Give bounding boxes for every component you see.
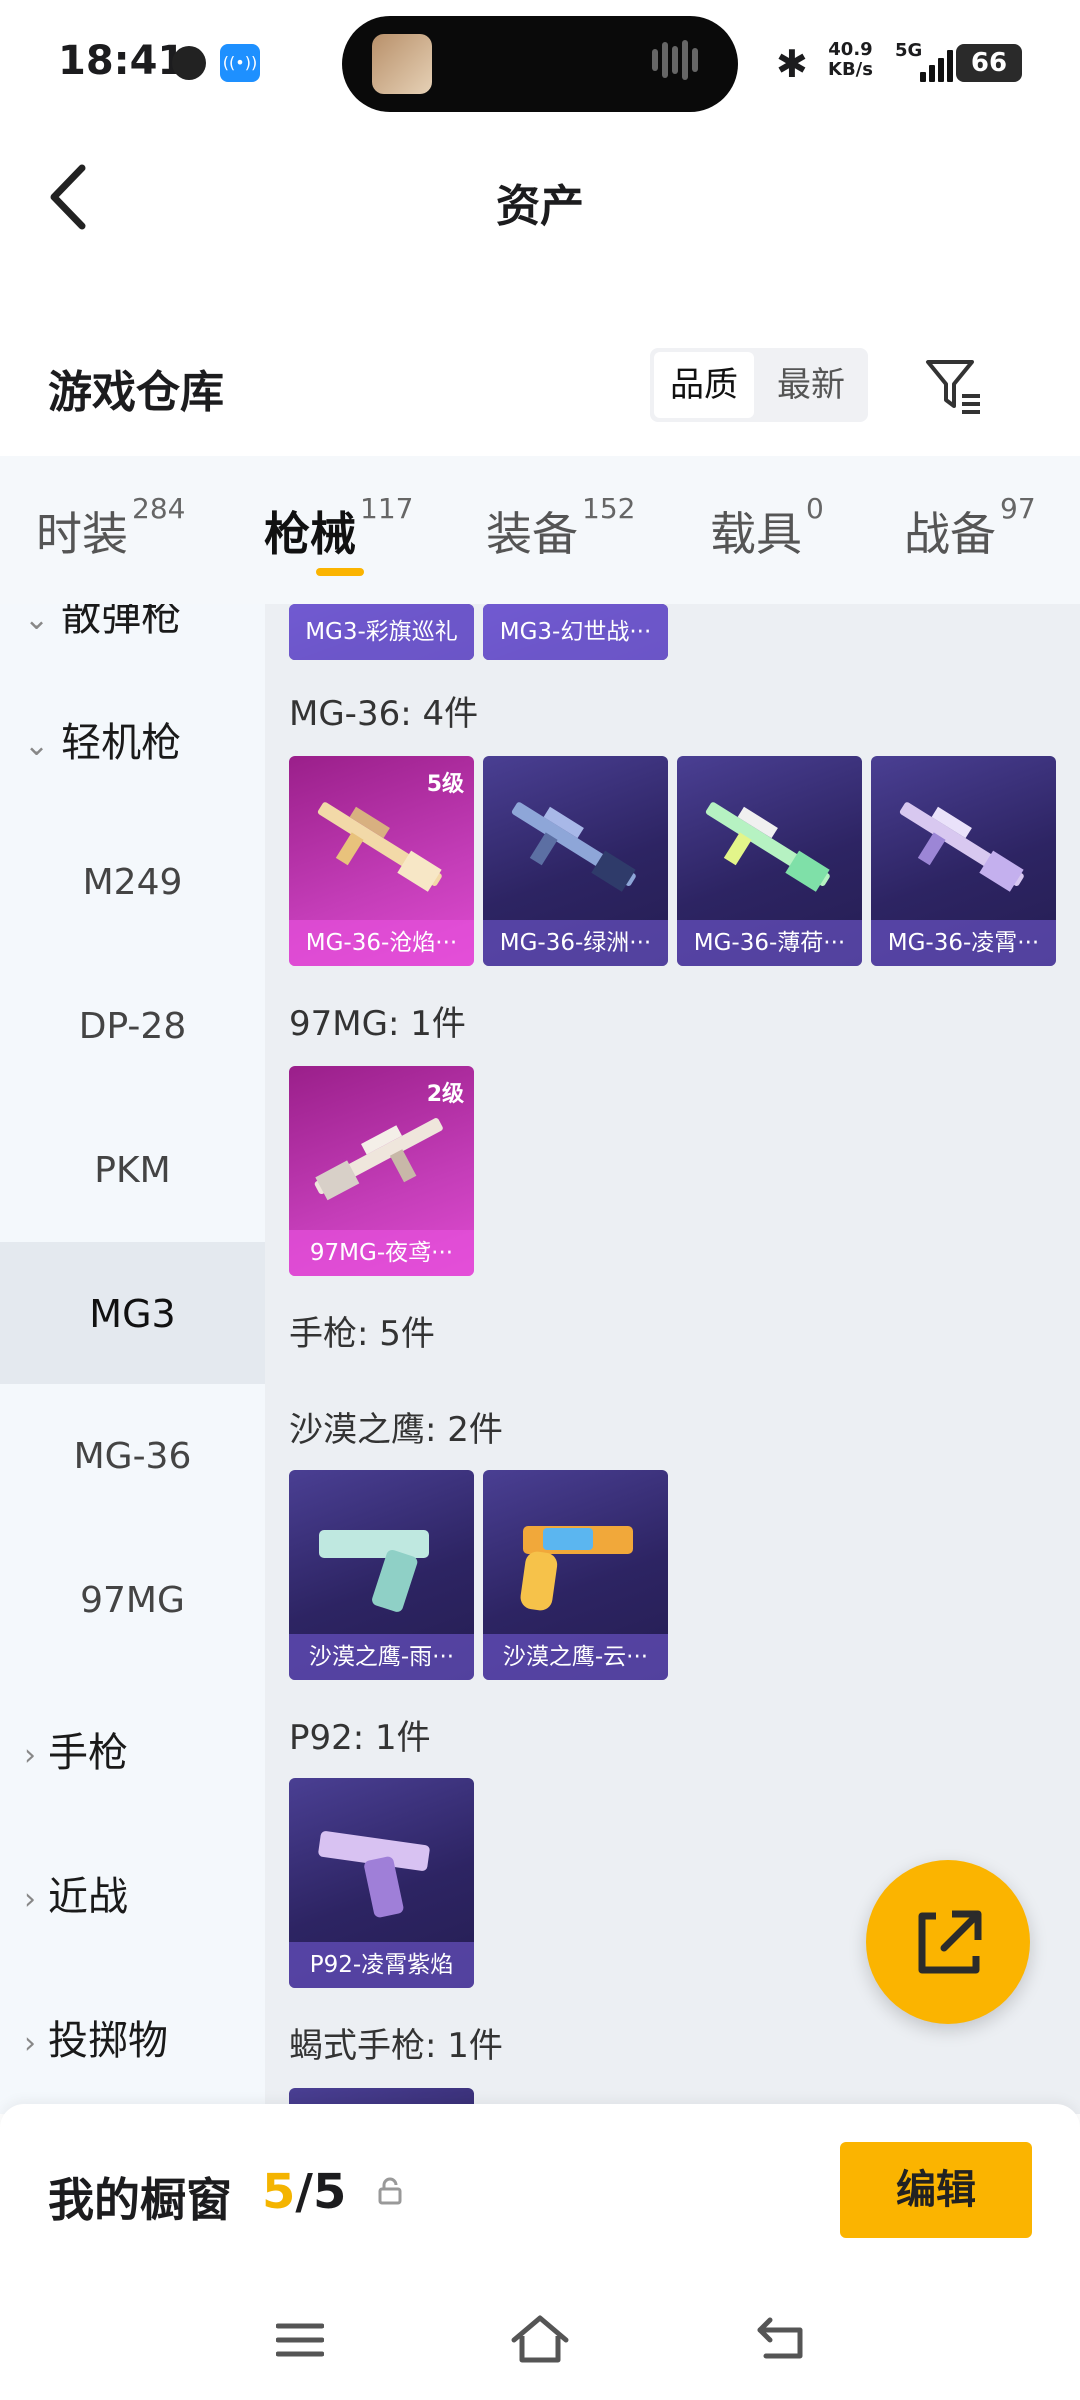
tab-fashion[interactable]: 时装 284: [36, 492, 185, 564]
tab-guns[interactable]: 枪械 117: [264, 492, 413, 564]
section-title-97mg: 97MG: 1件: [289, 1004, 466, 1044]
sidebar-group-melee[interactable]: › 近战: [24, 1864, 128, 1922]
sidebar-item-mg3[interactable]: MG3: [0, 1292, 265, 1336]
signal-icon: [920, 48, 956, 82]
chevron-right-icon: ›: [24, 1737, 36, 1773]
section-title-pistol: 手枪: 5件: [289, 1314, 435, 1354]
section-title-mg36: MG-36: 4件: [289, 694, 479, 734]
showcase-count: 5/5: [262, 2164, 347, 2220]
sidebar-group-lmg[interactable]: ⌄ 轻机枪: [24, 710, 181, 768]
skin-card[interactable]: 2级 97MG-夜鸢···: [289, 1066, 474, 1276]
rifle-icon: [317, 802, 442, 892]
pistol-icon: [520, 1526, 633, 1611]
rifle-icon: [511, 802, 636, 892]
share-icon: [918, 1910, 982, 1974]
skin-card[interactable]: MG-36-凌霄···: [871, 756, 1056, 966]
tab-vehicles[interactable]: 载具 0: [710, 492, 824, 564]
app-notification-icon: [172, 46, 206, 80]
pistol-icon: [318, 1831, 430, 1918]
sidebar-group-throwable[interactable]: › 投掷物: [24, 2008, 168, 2066]
edit-button[interactable]: 编辑: [840, 2142, 1032, 2238]
home-icon[interactable]: [510, 2312, 570, 2366]
network-speed: 40.9 KB/s: [828, 39, 873, 80]
section-title-scorpion: 蝎式手枪: 1件: [289, 2026, 503, 2066]
status-bar: 18:41 ((•)) ✱ 40.9 KB/s 5G 66: [0, 0, 1080, 130]
skin-card[interactable]: 5级 MG-36-沧焰···: [289, 756, 474, 966]
sidebar-item-m249[interactable]: M249: [0, 862, 265, 903]
menu-icon[interactable]: [276, 2320, 324, 2360]
chevron-right-icon: ›: [24, 1881, 36, 1917]
sidebar-group-pistol[interactable]: › 手枪: [24, 1720, 128, 1778]
rifle-icon: [705, 802, 830, 892]
active-tab-indicator: [316, 568, 364, 576]
chevron-right-icon: ›: [24, 2025, 36, 2061]
skin-card[interactable]: P92-凌霄紫焰: [289, 1778, 474, 1988]
skin-card[interactable]: MG-36-绿洲···: [483, 756, 668, 966]
warehouse-title: 游戏仓库: [48, 367, 224, 418]
battery-indicator: 66: [956, 44, 1022, 82]
tab-supplies[interactable]: 战备 97: [904, 492, 1036, 564]
audio-wave-icon: [652, 40, 710, 86]
skin-card[interactable]: MG3-彩旗巡礼: [289, 604, 474, 660]
skin-card[interactable]: MG3-幻世战···: [483, 604, 668, 660]
skin-card[interactable]: MG-36-薄荷···: [677, 756, 862, 966]
hotspot-icon: ((•)): [220, 44, 260, 82]
sidebar-item-mg36[interactable]: MG-36: [0, 1436, 265, 1477]
skin-card[interactable]: 沙漠之鹰-云···: [483, 1470, 668, 1680]
showcase-label: 我的橱窗: [48, 2173, 232, 2227]
bluetooth-icon: ✱: [776, 42, 808, 86]
share-button[interactable]: [866, 1860, 1030, 2024]
sidebar-item-dp28[interactable]: DP-28: [0, 1006, 265, 1047]
pistol-icon: [319, 1530, 429, 1612]
sidebar-item-pkm[interactable]: PKM: [0, 1150, 265, 1191]
sort-newest-button[interactable]: 最新: [756, 352, 866, 418]
chevron-down-icon: ⌄: [24, 727, 50, 763]
media-thumbnail[interactable]: [372, 34, 432, 94]
rifle-icon: [899, 802, 1024, 892]
system-nav-bar: [0, 2284, 1080, 2400]
network-type: 5G: [895, 40, 923, 61]
filter-icon[interactable]: [922, 354, 986, 418]
lock-icon: [378, 2177, 402, 2205]
page-title: 资产: [496, 181, 584, 232]
tab-equipment[interactable]: 装备 152: [486, 492, 635, 564]
sort-quality-button[interactable]: 品质: [654, 352, 754, 418]
back-nav-icon[interactable]: [756, 2314, 806, 2364]
skin-card[interactable]: 沙漠之鹰-雨···: [289, 1470, 474, 1680]
rifle-icon: [314, 1118, 443, 1201]
sidebar-item-97mg[interactable]: 97MG: [0, 1580, 265, 1621]
section-title-deagle: 沙漠之鹰: 2件: [289, 1410, 503, 1450]
status-time: 18:41: [58, 38, 186, 84]
sidebar-group-shotgun[interactable]: ⌄ 散弹枪: [24, 604, 181, 642]
section-title-p92: P92: 1件: [289, 1718, 431, 1758]
